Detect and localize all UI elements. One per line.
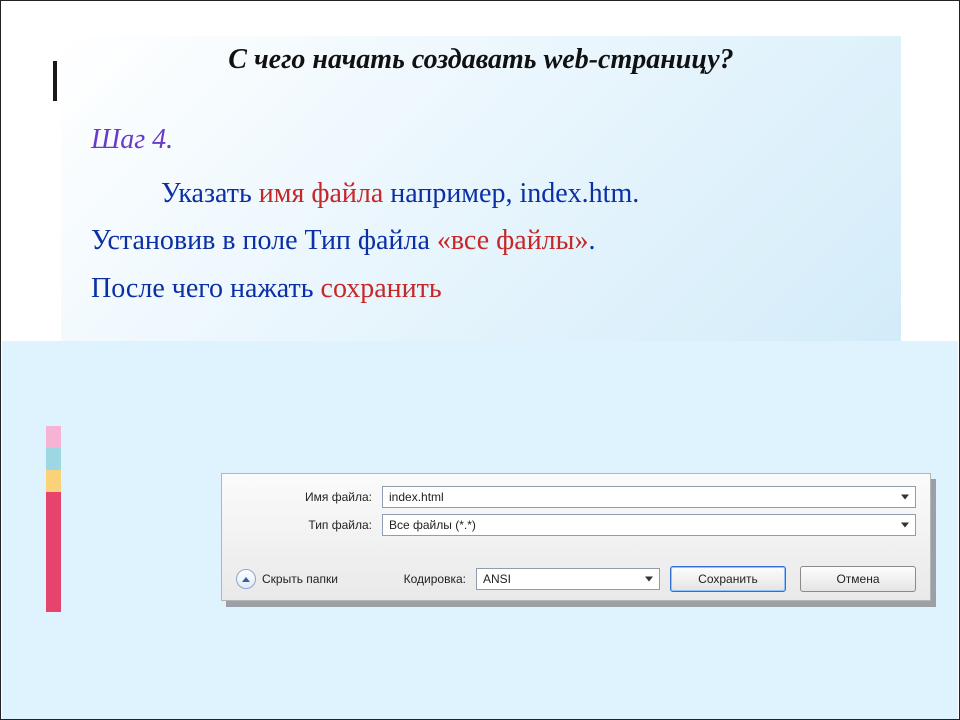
text-highlight: сохранить bbox=[321, 273, 442, 304]
decor-stripes-side bbox=[46, 426, 61, 612]
encoding-group: Кодировка: ANSI Сохранить Отмена bbox=[404, 566, 916, 592]
text: После чего нажать bbox=[91, 273, 321, 304]
chevron-down-icon bbox=[901, 495, 909, 500]
text: . bbox=[588, 225, 595, 256]
button-group: Сохранить Отмена bbox=[670, 566, 916, 592]
text: Указать bbox=[161, 178, 259, 209]
stripe bbox=[46, 448, 61, 470]
instruction-line-3: После чего нажать сохранить bbox=[91, 265, 881, 313]
filename-input[interactable]: index.html bbox=[382, 486, 916, 508]
filetype-select[interactable]: Все файлы (*.*) bbox=[382, 514, 916, 536]
stripe bbox=[46, 492, 61, 612]
row-filename: Имя файла: index.html bbox=[282, 486, 916, 508]
row-bottom: Скрыть папки Кодировка: ANSI Сохранить О… bbox=[236, 566, 916, 592]
text: Установив в поле Тип файла bbox=[91, 225, 437, 256]
chevron-up-icon bbox=[242, 577, 250, 582]
label-filename: Имя файла: bbox=[282, 490, 382, 504]
encoding-value: ANSI bbox=[483, 572, 511, 586]
instruction-line-1: Указать имя файла например, index.htm. bbox=[91, 170, 881, 218]
slide: С чего начать создавать web-страницу? Ша… bbox=[0, 0, 960, 720]
save-dialog: Имя файла: index.html Тип файла: Все фай… bbox=[221, 473, 931, 601]
instruction-block: С чего начать создавать web-страницу? Ша… bbox=[61, 36, 901, 341]
save-button[interactable]: Сохранить bbox=[670, 566, 786, 592]
hide-folders-toggle[interactable]: Скрыть папки bbox=[236, 569, 338, 589]
row-filetype: Тип файла: Все файлы (*.*) bbox=[282, 514, 916, 536]
encoding-select[interactable]: ANSI bbox=[476, 568, 660, 590]
filetype-value: Все файлы (*.*) bbox=[389, 518, 476, 532]
text-highlight: «все файлы» bbox=[437, 225, 589, 256]
text: например, index.htm. bbox=[383, 178, 639, 209]
stripe bbox=[46, 426, 61, 448]
instruction-line-2: Установив в поле Тип файла «все файлы». bbox=[91, 217, 881, 265]
text-highlight: имя файла bbox=[259, 178, 384, 209]
stripe bbox=[53, 61, 57, 101]
hide-folders-label: Скрыть папки bbox=[262, 572, 338, 586]
label-filetype: Тип файла: bbox=[282, 518, 382, 532]
slide-title: С чего начать создавать web-страницу? bbox=[61, 36, 901, 76]
step-body: Шаг 4. Указать имя файла например, index… bbox=[61, 76, 901, 312]
step-label: Шаг 4. bbox=[91, 116, 881, 164]
stripe bbox=[46, 470, 61, 492]
filename-value: index.html bbox=[389, 490, 444, 504]
label-encoding: Кодировка: bbox=[404, 572, 466, 586]
chevron-down-icon bbox=[645, 577, 653, 582]
collapse-button[interactable] bbox=[236, 569, 256, 589]
chevron-down-icon bbox=[901, 523, 909, 528]
cancel-button[interactable]: Отмена bbox=[800, 566, 916, 592]
